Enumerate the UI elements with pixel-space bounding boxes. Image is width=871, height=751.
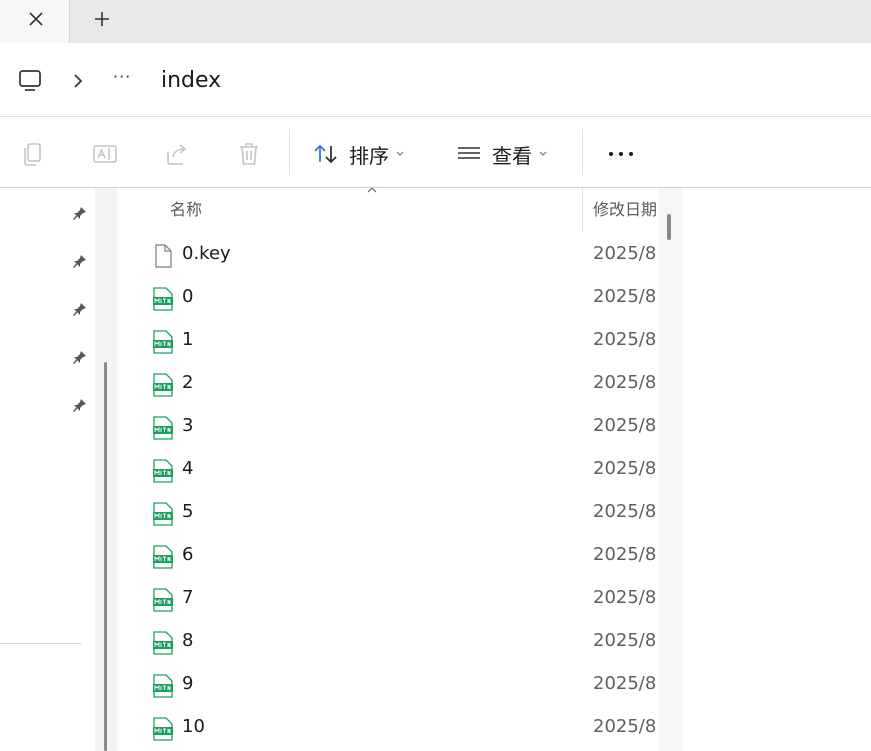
sort-icon — [314, 144, 337, 164]
sort-label: 排序 — [349, 143, 389, 168]
media-file-icon — [153, 459, 173, 483]
toolbar-divider — [582, 129, 583, 175]
chevron-right-icon[interactable] — [71, 73, 85, 89]
file-date: 2025/8 — [593, 458, 657, 479]
file-name: 10 — [182, 716, 205, 737]
media-file-icon — [153, 502, 173, 526]
column-divider[interactable] — [582, 188, 583, 232]
pin-icon[interactable] — [72, 397, 88, 413]
media-file-icon — [153, 588, 173, 612]
sort-ascending-icon — [367, 188, 377, 193]
media-file-icon — [153, 416, 173, 440]
file-row[interactable]: 9 2025/8 — [118, 664, 658, 707]
file-date: 2025/8 — [593, 286, 657, 307]
file-date: 2025/8 — [593, 630, 657, 651]
sort-button[interactable]: 排序 — [313, 139, 405, 169]
file-row[interactable]: 0 2025/8 — [118, 277, 658, 320]
column-header-date[interactable]: 修改日期 — [593, 188, 657, 232]
view-list-icon — [458, 147, 480, 159]
share-icon[interactable] — [164, 141, 190, 167]
pin-icon[interactable] — [72, 349, 88, 365]
file-date: 2025/8 — [593, 501, 657, 522]
file-date: 2025/8 — [593, 372, 657, 393]
file-name: 2 — [182, 372, 194, 393]
file-row[interactable]: 1 2025/8 — [118, 320, 658, 363]
file-name: 4 — [182, 458, 194, 479]
more-options-icon[interactable] — [606, 141, 636, 167]
breadcrumb-current-folder[interactable]: index — [161, 68, 221, 93]
toolbar-divider — [289, 129, 290, 175]
chevron-down-icon — [396, 151, 404, 156]
media-file-icon — [153, 717, 173, 741]
file-date: 2025/8 — [593, 329, 657, 350]
chevron-down-icon — [539, 151, 547, 156]
file-row[interactable]: 5 2025/8 — [118, 492, 658, 535]
file-list: 名称 修改日期 0.key 2025/8 0 2025/8 1 2025/8 2 2025/8… — [118, 188, 658, 751]
file-row[interactable]: 4 2025/8 — [118, 449, 658, 492]
nav-divider — [0, 643, 82, 644]
details-area — [682, 188, 871, 751]
breadcrumb-overflow[interactable]: ··· — [113, 67, 131, 86]
file-name: 0.key — [182, 243, 231, 264]
file-row[interactable]: 0.key 2025/8 — [118, 234, 658, 277]
pin-icon[interactable] — [72, 253, 88, 269]
file-date: 2025/8 — [593, 243, 657, 264]
file-row[interactable]: 6 2025/8 — [118, 535, 658, 578]
file-row[interactable]: 10 2025/8 — [118, 707, 658, 750]
media-file-icon — [153, 674, 173, 698]
pin-icon[interactable] — [72, 301, 88, 317]
rename-icon[interactable] — [92, 141, 118, 167]
copy-icon[interactable] — [20, 141, 46, 167]
file-name: 9 — [182, 673, 194, 694]
navigation-pane — [0, 188, 95, 751]
media-file-icon — [153, 373, 173, 397]
command-bar: 排序 查看 — [0, 117, 871, 187]
file-date: 2025/8 — [593, 673, 657, 694]
media-file-icon — [153, 631, 173, 655]
file-name: 3 — [182, 415, 194, 436]
file-name: 0 — [182, 286, 194, 307]
file-row[interactable]: 3 2025/8 — [118, 406, 658, 449]
this-pc-icon[interactable] — [18, 69, 42, 93]
file-date: 2025/8 — [593, 415, 657, 436]
view-label: 查看 — [492, 143, 532, 168]
file-list-scroll-track[interactable] — [658, 188, 682, 751]
file-row[interactable]: 7 2025/8 — [118, 578, 658, 621]
file-date: 2025/8 — [593, 716, 657, 737]
file-name: 7 — [182, 587, 194, 608]
file-name: 8 — [182, 630, 194, 651]
file-date: 2025/8 — [593, 544, 657, 565]
close-icon[interactable] — [26, 9, 46, 29]
file-row[interactable]: 8 2025/8 — [118, 621, 658, 664]
media-file-icon — [153, 545, 173, 569]
media-file-icon — [153, 287, 173, 311]
file-name: 5 — [182, 501, 194, 522]
file-date: 2025/8 — [593, 587, 657, 608]
column-header-name[interactable]: 名称 — [170, 188, 202, 232]
media-file-icon — [153, 330, 173, 354]
file-row[interactable]: 2 2025/8 — [118, 363, 658, 406]
pin-icon[interactable] — [72, 205, 88, 221]
file-name: 6 — [182, 544, 194, 565]
address-bar: ··· index — [0, 43, 871, 116]
view-button[interactable]: 查看 — [456, 139, 548, 169]
tab-strip — [0, 0, 871, 44]
delete-icon[interactable] — [236, 141, 262, 167]
tab-index[interactable] — [0, 0, 70, 44]
file-name: 1 — [182, 329, 194, 350]
file-icon — [155, 244, 172, 268]
nav-scrollbar-thumb[interactable] — [104, 362, 107, 751]
file-list-scrollbar-thumb[interactable] — [667, 214, 671, 240]
plus-icon[interactable] — [92, 9, 112, 29]
